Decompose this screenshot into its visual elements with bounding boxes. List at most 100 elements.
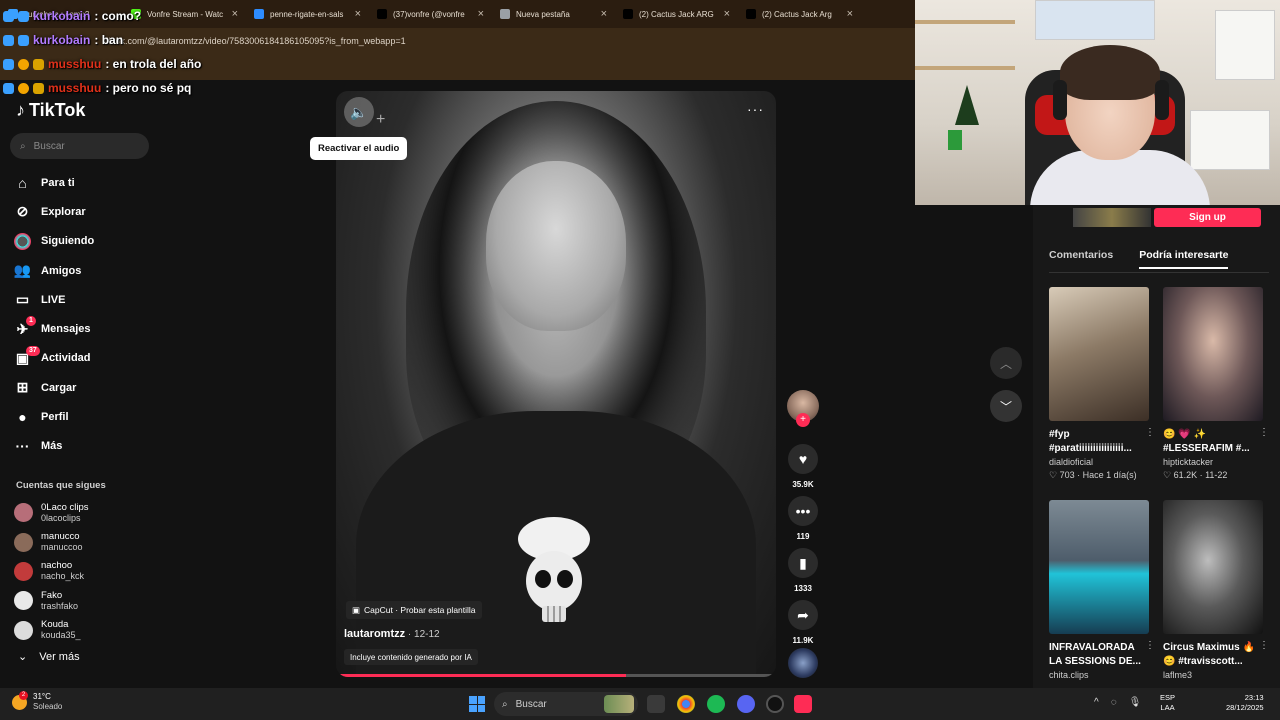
- task-view-icon[interactable]: [647, 695, 665, 713]
- browser-tab[interactable]: (2) Cactus Jack ARG ×: [615, 0, 738, 28]
- browser-tab[interactable]: (37)vonfre (@vonfre ×: [369, 0, 492, 28]
- suggested-video-card[interactable]: INFRAVALORADA LA SESSIONS DE... chita.cl…: [1049, 500, 1155, 680]
- search-highlight-image: [604, 695, 634, 713]
- following-account[interactable]: nachoo nacho_kck: [14, 557, 89, 586]
- subscriber-badge-icon: [18, 34, 29, 46]
- heart-icon: ♥: [788, 444, 818, 474]
- nav-label: Amigos: [41, 264, 82, 277]
- nav-item-para-ti[interactable]: ⌂ Para ti: [14, 168, 94, 197]
- card-thumbnail: [1163, 500, 1263, 634]
- card-menu-icon[interactable]: ⋮: [1259, 427, 1269, 438]
- like-action[interactable]: ♥ 35.9K: [784, 444, 822, 489]
- chrome-icon[interactable]: [677, 695, 695, 713]
- close-icon[interactable]: ×: [232, 8, 238, 20]
- card-menu-icon[interactable]: ⋮: [1259, 640, 1269, 651]
- nav-label: Más: [41, 440, 63, 453]
- card-thumbnail: [1049, 287, 1149, 421]
- discord-icon[interactable]: [737, 695, 755, 713]
- share-icon: ➦: [788, 600, 818, 630]
- follow-plus-icon[interactable]: +: [796, 413, 810, 427]
- taskbar-clock[interactable]: 23:13 28/12/2025: [1226, 693, 1264, 713]
- following-account[interactable]: Kouda kouda35_: [14, 616, 89, 645]
- browser-tab[interactable]: (2) Cactus Jack Arg ×: [738, 0, 861, 28]
- chat-username: musshuu: [48, 57, 102, 71]
- nav-item-live[interactable]: ▭ LIVE: [14, 285, 94, 314]
- nav-item-amigos[interactable]: 👥 Amigos: [14, 256, 94, 285]
- close-icon[interactable]: ×: [847, 8, 853, 20]
- account-name: Fako: [41, 589, 63, 601]
- panel-tabs: Comentarios Podría interesarte: [1049, 249, 1269, 269]
- nav-label: Perfil: [41, 411, 69, 424]
- save-action[interactable]: ▮ 1333: [784, 548, 822, 593]
- comment-action[interactable]: ••• 119: [784, 496, 822, 541]
- card-caption-line2: LA SESSIONS DE...: [1049, 656, 1141, 667]
- obs-icon[interactable]: [766, 695, 784, 713]
- music-disc-icon[interactable]: [788, 648, 818, 678]
- browser-tab[interactable]: penne-rigate-en-sals ×: [246, 0, 369, 28]
- card-menu-icon[interactable]: ⋮: [1145, 640, 1155, 651]
- card-caption: Circus Maximus 🔥: [1163, 642, 1255, 653]
- card-menu-icon[interactable]: ⋮: [1145, 427, 1155, 438]
- video-author[interactable]: lautaromtzz · 12-12: [344, 628, 440, 640]
- tiktok-logo[interactable]: ♪ TikTok: [16, 100, 85, 121]
- spotify-icon[interactable]: [707, 695, 725, 713]
- suggested-video-card[interactable]: Circus Maximus 🔥 😊 #travisscott... laflm…: [1163, 500, 1269, 680]
- see-more-button[interactable]: ⌄ Ver más: [18, 650, 80, 664]
- taskbar-search[interactable]: ⌕ Buscar: [494, 692, 638, 716]
- bookmark-icon: ▮: [788, 548, 818, 578]
- nav-item-actividad[interactable]: ▣ 37 Actividad: [14, 344, 94, 373]
- subscriber-badge-icon: [3, 34, 14, 46]
- nav-label: Para ti: [41, 176, 75, 189]
- signup-button[interactable]: Sign up: [1154, 208, 1261, 227]
- nav-item-explorar[interactable]: ⊘ Explorar: [14, 197, 94, 226]
- tab-suggestions[interactable]: Podría interesarte: [1139, 249, 1229, 269]
- tab-comments[interactable]: Comentarios: [1049, 249, 1113, 269]
- nav-item-cargar[interactable]: ⊞ Cargar: [14, 373, 94, 402]
- close-icon[interactable]: ×: [724, 8, 730, 20]
- nav-item-perfil[interactable]: ● Perfil: [14, 402, 94, 431]
- video-frame-face: [486, 161, 626, 331]
- video-date: · 12-12: [405, 629, 440, 640]
- suggested-video-card[interactable]: #fyp #paratiiiiiiiiiiiiiiii... dialdiofi…: [1049, 287, 1155, 481]
- share-action[interactable]: ➦ 11.9K: [784, 600, 822, 645]
- video-progress-bar[interactable]: [336, 674, 776, 677]
- creator-avatar[interactable]: +: [787, 390, 819, 427]
- suggested-video-card[interactable]: 😊 💗 ✨ #LESSERAFIM #... hipticktacker ♡ 6…: [1163, 287, 1269, 481]
- browser-tab[interactable]: Nueva pestaña ×: [492, 0, 615, 28]
- account-name: Kouda: [41, 619, 69, 631]
- language-indicator[interactable]: ESP LAA: [1160, 693, 1175, 713]
- chat-message: musshuu: pero no sé pq: [3, 76, 201, 100]
- search-input[interactable]: ⌕ Buscar: [10, 133, 149, 159]
- previous-video-button[interactable]: ︿: [990, 347, 1022, 379]
- unmute-button[interactable]: 🔈: [344, 97, 374, 127]
- add-icon[interactable]: +: [376, 111, 385, 129]
- weather-widget[interactable]: 2 31°C Soleado: [12, 690, 62, 712]
- nav-item-mensajes[interactable]: ✈ 1 Mensajes: [14, 314, 94, 343]
- windows-taskbar: 2 31°C Soleado ⌕ Buscar ^ ◌ 🎙 ESP LAA 23…: [0, 688, 1280, 720]
- speaker-icon: 🔈: [350, 103, 368, 120]
- next-video-button[interactable]: ﹀: [990, 390, 1022, 422]
- system-tray[interactable]: ^ ◌ 🎙: [1094, 697, 1141, 708]
- following-account[interactable]: 0Laco clips 0lacoclips: [14, 498, 89, 527]
- close-icon[interactable]: ×: [478, 8, 484, 20]
- windows-start-icon[interactable]: [469, 696, 485, 712]
- avatar: [14, 620, 33, 640]
- tab-title: (2) Cactus Jack ARG: [639, 9, 714, 19]
- following-account[interactable]: manucco manuccoo: [14, 527, 89, 556]
- close-icon[interactable]: ×: [601, 8, 607, 20]
- video-player[interactable]: 🔈 + ··· ▣ CapCut · Probar esta plantilla…: [336, 91, 776, 677]
- crown-badge-icon: [33, 58, 44, 70]
- gift-badge-icon: [18, 58, 29, 70]
- nav-item-ms[interactable]: ··· Más: [14, 432, 94, 461]
- nav-label: Mensajes: [41, 323, 91, 336]
- like-count: 35.9K: [792, 480, 814, 489]
- tiktok-app-icon[interactable]: [794, 695, 812, 713]
- capcut-template-link[interactable]: ▣ CapCut · Probar esta plantilla: [346, 601, 482, 619]
- following-account[interactable]: Fako trashfako: [14, 586, 89, 615]
- video-menu-icon[interactable]: ···: [747, 101, 764, 117]
- close-icon[interactable]: ×: [355, 8, 361, 20]
- weather-temp: 31°C: [33, 692, 51, 701]
- capcut-label: CapCut · Probar esta plantilla: [364, 605, 476, 615]
- tab-title: Nueva pestaña: [516, 9, 570, 19]
- nav-item-siguiendo[interactable]: Siguiendo: [14, 227, 94, 256]
